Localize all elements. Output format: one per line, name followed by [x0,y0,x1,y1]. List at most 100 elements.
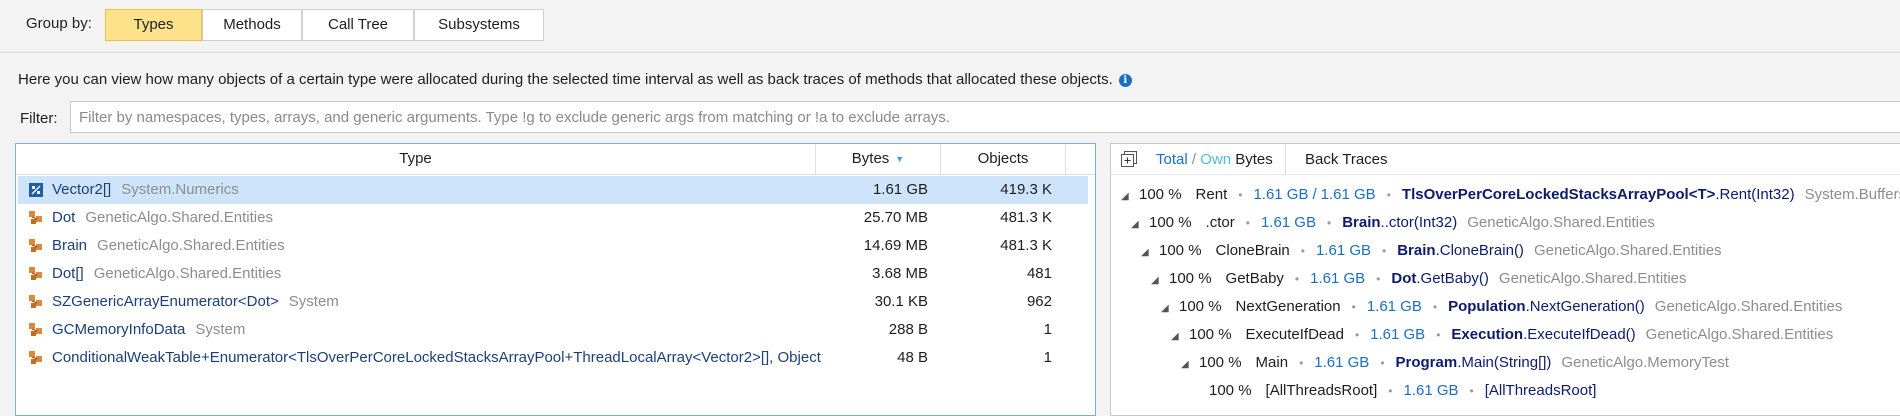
trace-namespace: System.Buffers [1804,186,1900,203]
trace-class: Program [1395,354,1458,371]
back-traces-tab[interactable]: Back Traces [1305,151,1388,168]
type-objects: 419.3 K [1000,181,1052,198]
trace-own-bytes: 1.61 GB [1320,186,1376,203]
trace-row[interactable]: ◢ 100 % Main • 1.61 GB • Program.Main(String[]… [1181,349,1729,377]
separator-dot: • [1436,328,1441,342]
table-row[interactable]: Brain GeneticAlgo.Shared.Entities 14.69 MB… [18,232,1088,260]
total-toggle[interactable]: Total [1156,151,1188,168]
trace-method: GetBaby [1225,270,1284,287]
trace-total-bytes: 1.61 GB [1310,270,1366,287]
filter-label: Filter: [20,110,58,127]
group-by-subsystems-button[interactable]: Subsystems [414,9,544,41]
trace-class: Brain [1397,242,1436,259]
collapse-triangle-icon[interactable]: ◢ [1161,295,1175,323]
table-row[interactable]: GCMemoryInfoData System 288 B 1 [18,316,1088,344]
separator-dot: • [1326,216,1332,230]
trace-namespace: GeneticAlgo.Shared.Entities [1654,298,1843,315]
trace-total-bytes: 1.61 GB [1403,382,1459,399]
type-bytes: 14.69 MB [863,237,928,254]
filter-input[interactable] [70,101,1900,133]
own-toggle[interactable]: Own [1200,151,1231,168]
type-objects: 481 [1026,265,1052,282]
type-bytes: 30.1 KB [874,293,928,310]
table-row[interactable]: Vector2[] System.Numerics 1.61 GB 419.3 K [18,176,1088,204]
trace-row[interactable]: ◢ 100 % NextGeneration • 1.61 GB • Population.… [1161,293,1842,321]
trace-class: TlsOverPerCoreLockedStacksArrayPool<T> [1401,186,1716,203]
trace-row[interactable]: ◢ 100 % CloneBrain • 1.61 GB • Brain.CloneBrai… [1141,237,1722,265]
group-by-call-tree-button[interactable]: Call Tree [302,9,414,41]
table-row[interactable]: ConditionalWeakTable+Enumerator<TlsOverP… [18,344,1088,372]
type-namespace: GeneticAlgo.Shared.Entities [93,265,282,282]
trace-signature: .Main(String[]) [1457,354,1552,371]
group-by-methods-button[interactable]: Methods [202,9,302,41]
collapse-triangle-icon[interactable]: ◢ [1121,183,1135,211]
trace-total-bytes: 1.61 GB [1370,326,1426,343]
separator-dot: • [1469,384,1474,398]
trace-row[interactable]: 100 % [AllThreadsRoot] • 1.61 GB • [AllThread… [1191,377,1596,405]
group-by-toolbar: Group by: Types Methods Call Tree Subsys… [0,0,1900,52]
trace-total-bytes: 1.61 GB [1253,186,1309,203]
type-name: Dot[] GeneticAlgo.Shared.Entities [52,265,282,282]
table-row[interactable]: SZGenericArrayEnumerator<Dot> System 30.1 … [18,288,1088,316]
trace-percent: 100 % [1169,270,1212,287]
trace-signature: .CloneBrain() [1435,242,1524,259]
trace-percent: 100 % [1199,354,1242,371]
trace-namespace: GeneticAlgo.MemoryTest [1561,354,1729,371]
trace-percent: 100 % [1209,382,1252,399]
collapse-triangle-icon[interactable]: ◢ [1141,239,1155,267]
separator-dot: • [1294,272,1300,286]
trace-total-bytes: 1.61 GB [1260,214,1316,231]
class-icon [29,211,42,224]
trace-method: Main [1255,354,1289,371]
trace-signature: [AllThreadsRoot] [1484,382,1597,399]
separator-dot: • [1376,272,1381,286]
column-header-type[interactable]: Type [16,144,816,174]
collapse-triangle-icon[interactable]: ◢ [1151,267,1165,295]
trace-class: Execution [1451,326,1524,343]
trace-percent: 100 % [1149,214,1192,231]
class-icon [29,295,42,308]
separator-dot: • [1388,384,1393,398]
type-name: Brain GeneticAlgo.Shared.Entities [52,237,285,254]
trace-total-bytes: 1.61 GB [1366,298,1422,315]
trace-row[interactable]: ◢ 100 % GetBaby • 1.61 GB • Dot.GetBaby() Genet… [1151,265,1687,293]
type-name: ConditionalWeakTable+Enumerator<TlsOverP… [52,349,821,366]
type-namespace: System.Numerics [121,181,239,198]
table-row[interactable]: Dot[] GeneticAlgo.Shared.Entities 3.68 MB 4… [18,260,1088,288]
collapse-triangle-icon[interactable]: ◢ [1171,323,1185,351]
collapse-triangle-icon[interactable]: ◢ [1131,211,1145,239]
separator-dot: • [1300,244,1305,258]
trace-method: [AllThreadsRoot] [1265,382,1378,399]
separator-dot: • [1299,356,1304,370]
back-traces-header: Total / Own Bytes Back Traces [1111,144,1900,175]
group-by-types-button[interactable]: Types [105,9,202,41]
description-text: Here you can view how many objects of a … [18,71,1132,88]
table-row[interactable]: Dot GeneticAlgo.Shared.Entities 25.70 MB 48… [18,204,1088,232]
trace-method: .ctor [1205,214,1235,231]
column-header-bytes[interactable]: Bytes ▼ [816,144,941,174]
trace-signature: .ExecuteIfDead() [1523,326,1636,343]
trace-total-bytes: 1.61 GB [1314,354,1370,371]
expand-all-icon[interactable] [1121,151,1137,167]
trace-namespace: GeneticAlgo.Shared.Entities [1498,270,1687,287]
column-header-objects[interactable]: Objects [941,144,1066,174]
total-own-toggle[interactable]: Total / Own Bytes [1156,151,1273,168]
separator-dot: • [1238,188,1243,202]
type-name: SZGenericArrayEnumerator<Dot> System [52,293,339,310]
collapse-triangle-icon[interactable]: ◢ [1181,351,1195,379]
type-objects: 1 [1043,349,1052,366]
trace-method: CloneBrain [1215,242,1290,259]
trace-signature: .Rent(Int32) [1715,186,1795,203]
trace-row[interactable]: ◢ 100 % ExecuteIfDead • 1.61 GB • Execution.Ex… [1171,321,1833,349]
trace-signature: .GetBaby() [1416,270,1489,287]
trace-percent: 100 % [1139,186,1182,203]
types-table: Type Bytes ▼ Objects Vector2[] System.Nume… [15,143,1096,416]
group-by-label: Group by: [26,15,92,32]
type-name: GCMemoryInfoData System [52,321,246,338]
class-icon [29,323,42,336]
trace-row[interactable]: ◢ 100 % Rent • 1.61 GB/1.61 GB • TlsOverPerCor… [1121,181,1900,209]
trace-signature: .NextGeneration() [1525,298,1645,315]
separator-dot: • [1432,300,1438,314]
trace-row[interactable]: ◢ 100 % .ctor • 1.61 GB • Brain..ctor(Int32) Ge… [1131,209,1655,237]
info-icon[interactable]: i [1118,73,1132,87]
